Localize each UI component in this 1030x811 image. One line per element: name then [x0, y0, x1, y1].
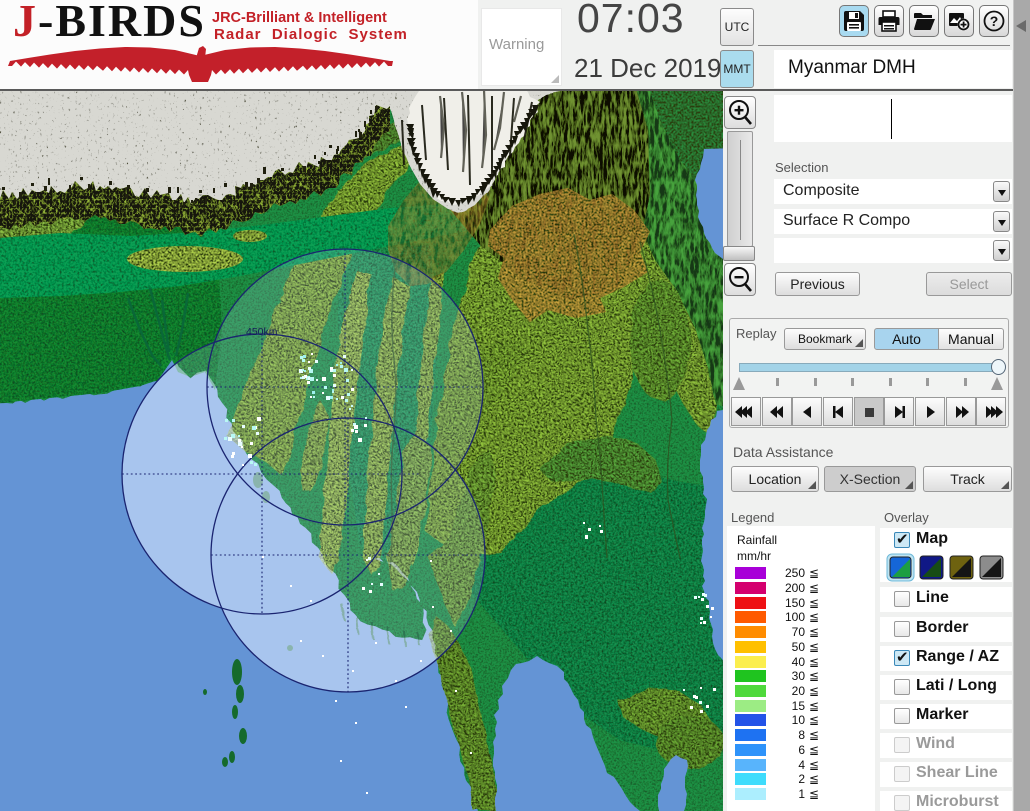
svg-text:450km: 450km — [246, 326, 278, 338]
svg-text:?: ? — [990, 13, 999, 29]
